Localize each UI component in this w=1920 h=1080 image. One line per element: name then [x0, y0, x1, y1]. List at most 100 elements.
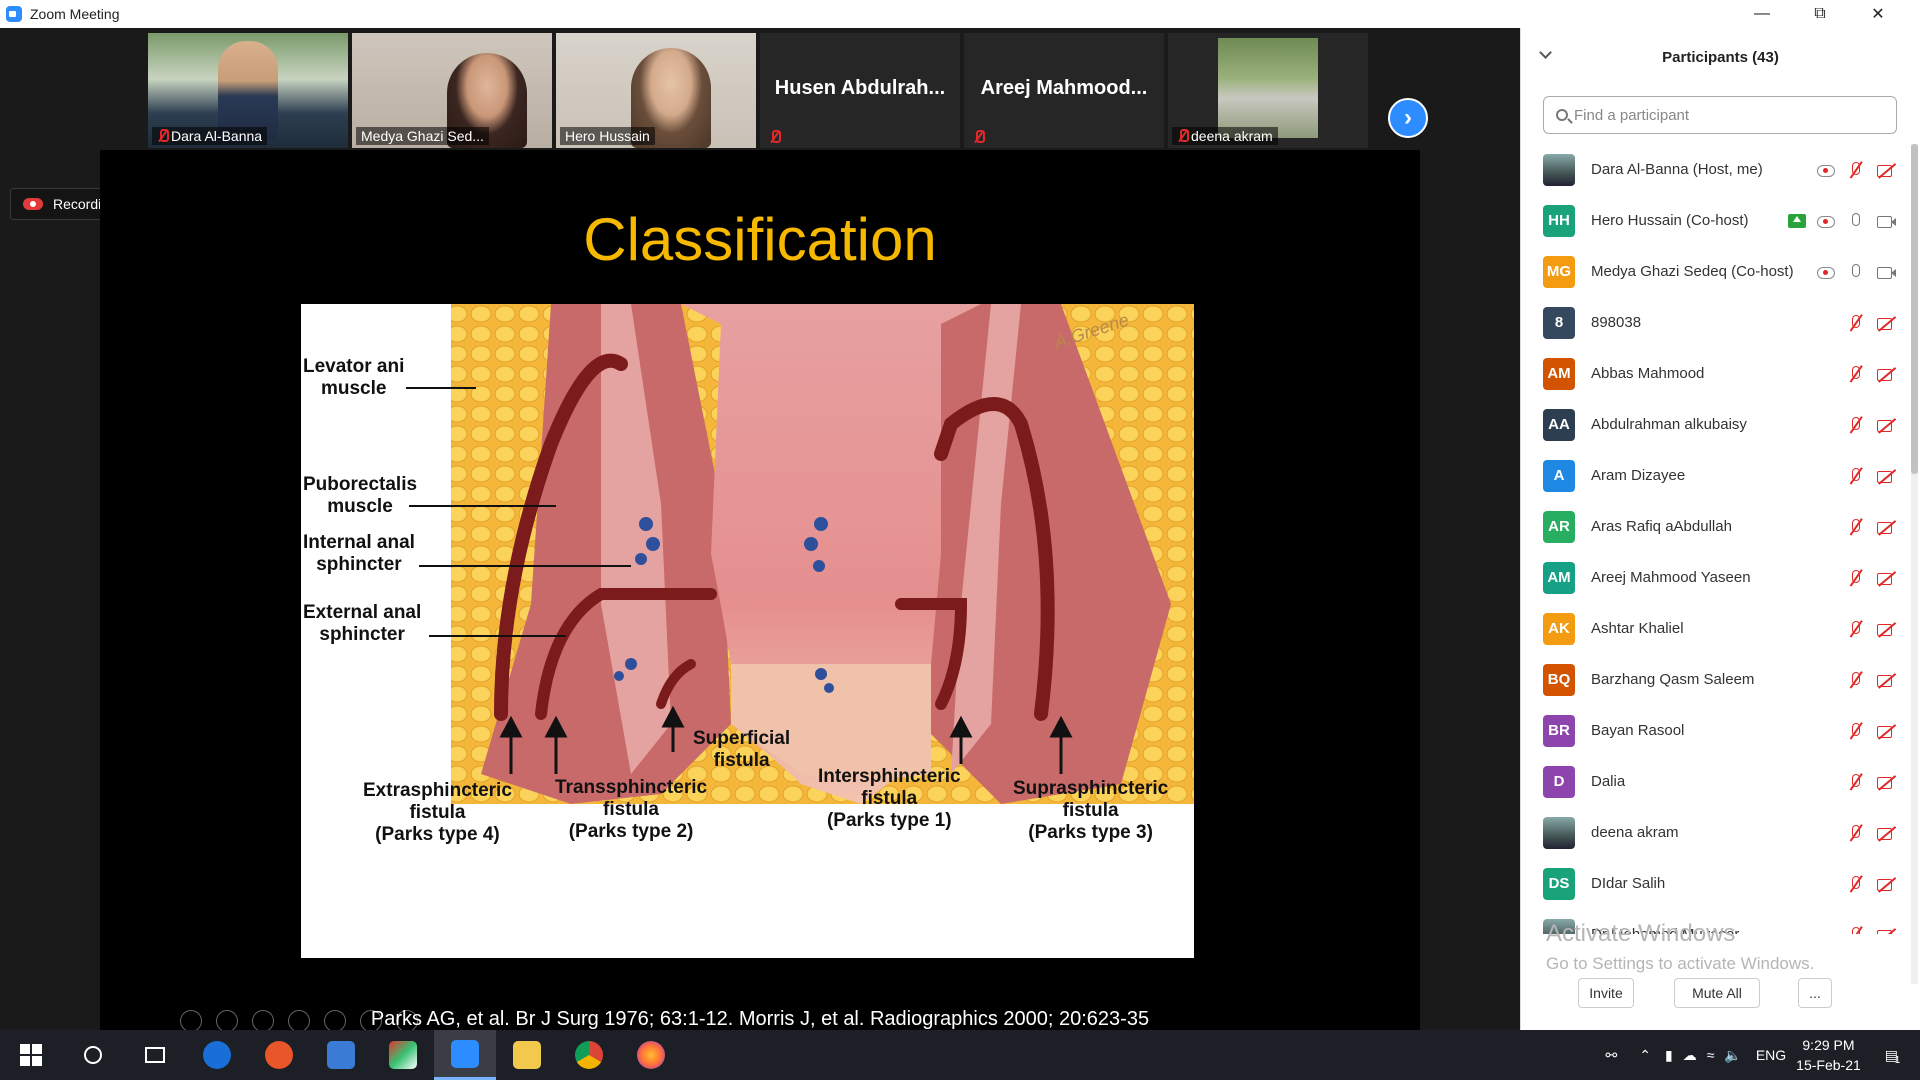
- video-tile-deena[interactable]: deena akram: [1168, 33, 1368, 148]
- notification-center-icon[interactable]: ▤ 1: [1885, 1047, 1901, 1066]
- participant-name: Ashtar Khaliel: [1591, 620, 1684, 637]
- participant-row[interactable]: BQ Barzhang Qasm Saleem: [1521, 654, 1906, 705]
- more-button[interactable]: ...: [1798, 978, 1832, 1008]
- avatar: [1543, 816, 1575, 849]
- minimize-button[interactable]: —: [1733, 0, 1791, 28]
- participant-search[interactable]: [1543, 96, 1897, 134]
- participant-scrollbar[interactable]: [1911, 144, 1918, 984]
- participant-status-icons: [1846, 705, 1896, 756]
- participant-row[interactable]: AM Abbas Mahmood: [1521, 348, 1906, 399]
- restore-button[interactable]: ⧉: [1791, 0, 1849, 28]
- clock-time: 9:29 PM: [1802, 1037, 1855, 1053]
- search-input[interactable]: [1574, 106, 1874, 124]
- volume-icon[interactable]: 🔈: [1724, 1047, 1741, 1064]
- battery-icon[interactable]: ▮: [1665, 1047, 1673, 1064]
- search-button[interactable]: [62, 1030, 124, 1080]
- tile-name: Areej Mahmood...: [980, 77, 1148, 99]
- participant-status-icons: [1846, 399, 1896, 450]
- chrome-taskbar[interactable]: [558, 1030, 620, 1080]
- microphone-muted-icon: [1846, 722, 1866, 740]
- chrome-icon: [575, 1041, 603, 1069]
- anal-fistula-diagram: [301, 304, 1194, 958]
- participant-status-icons: [1846, 552, 1896, 603]
- participant-name: Dalia: [1591, 773, 1626, 790]
- camera-off-icon: [1876, 467, 1896, 485]
- microphone-icon: [1846, 212, 1866, 230]
- avatar: AM: [1543, 357, 1575, 390]
- participant-row[interactable]: AK Ashtar Khaliel: [1521, 603, 1906, 654]
- app-taskbar-1[interactable]: [248, 1030, 310, 1080]
- wifi-icon[interactable]: ≈: [1707, 1047, 1715, 1063]
- participant-row[interactable]: 8 898038: [1521, 297, 1906, 348]
- system-tray: ⚯ ⌃ ▮ ☁ ≈ 🔈 ENG 9:29 PM 15-Feb-21 ▤ 1: [1606, 1030, 1920, 1080]
- participant-row[interactable]: MG Medya Ghazi Sedeq (Co-host): [1521, 246, 1906, 297]
- participants-footer: Invite Mute All ...: [1521, 978, 1920, 1008]
- microphone-icon: [1846, 263, 1866, 281]
- mic-muted-icon: [157, 129, 169, 143]
- participant-status-icons: [1846, 756, 1896, 807]
- teamviewer-taskbar[interactable]: [186, 1030, 248, 1080]
- video-tile-dara[interactable]: Dara Al-Banna: [148, 33, 348, 148]
- people-icon[interactable]: ⚯: [1606, 1047, 1618, 1064]
- firefox-taskbar[interactable]: [620, 1030, 682, 1080]
- camera-off-icon: [1876, 773, 1896, 791]
- task-view-button[interactable]: [124, 1030, 186, 1080]
- microphone-muted-icon: [1846, 671, 1866, 689]
- participant-row[interactable]: AM Areej Mahmood Yaseen: [1521, 552, 1906, 603]
- participant-name: Dara Al-Banna (Host, me): [1591, 161, 1763, 178]
- app-icon: [265, 1041, 293, 1069]
- participant-status-icons: [1846, 348, 1896, 399]
- input-language[interactable]: ENG: [1756, 1047, 1786, 1063]
- participant-row[interactable]: deena akram: [1521, 807, 1906, 858]
- avatar: MG: [1543, 255, 1575, 288]
- microphone-muted-icon: [1846, 161, 1866, 179]
- participant-row[interactable]: AR Aras Rafiq aAbdullah: [1521, 501, 1906, 552]
- mute-all-button[interactable]: Mute All: [1674, 978, 1760, 1008]
- avatar: BQ: [1543, 663, 1575, 696]
- avatar: D: [1543, 765, 1575, 798]
- participant-status-icons: [1846, 297, 1896, 348]
- app-taskbar-2[interactable]: [310, 1030, 372, 1080]
- windows-icon: [20, 1044, 42, 1066]
- participant-name: 898038: [1591, 314, 1642, 331]
- file-explorer-taskbar[interactable]: [496, 1030, 558, 1080]
- zoom-taskbar[interactable]: [434, 1030, 496, 1080]
- participant-list: Dara Al-Banna (Host, me) HH Hero Hussain (…: [1521, 144, 1906, 934]
- video-tile-areej[interactable]: Areej Mahmood...: [964, 33, 1164, 148]
- zoom-app-icon: [6, 6, 22, 22]
- video-tile-hero[interactable]: Hero Hussain: [556, 33, 756, 148]
- show-hidden-icons[interactable]: ⌃: [1639, 1047, 1651, 1064]
- zoom-icon: [451, 1039, 479, 1068]
- participant-row[interactable]: A Aram Dizayee: [1521, 450, 1906, 501]
- participant-name: Abdulrahman alkubaisy: [1591, 416, 1747, 433]
- participant-row[interactable]: BR Bayan Rasool: [1521, 705, 1906, 756]
- camera-off-icon: [1876, 416, 1896, 434]
- microphone-muted-icon: [1846, 416, 1866, 434]
- close-button[interactable]: ✕: [1849, 0, 1907, 28]
- video-tile-husen[interactable]: Husen Abdulrah...: [760, 33, 960, 148]
- shared-screen-slide: Classification Levator ani muscle Pubore…: [100, 150, 1420, 1058]
- participant-row[interactable]: D Dalia: [1521, 756, 1906, 807]
- notification-count: 1: [1894, 1054, 1901, 1066]
- invite-button[interactable]: Invite: [1578, 978, 1634, 1008]
- participant-status-icons: [1846, 450, 1896, 501]
- participant-row[interactable]: DS DIdar Salih: [1521, 858, 1906, 909]
- avatar: AK: [1543, 612, 1575, 645]
- video-tile-medya[interactable]: Medya Ghazi Sed...: [352, 33, 552, 148]
- participant-row[interactable]: Dara Al-Banna (Host, me): [1521, 144, 1906, 195]
- onedrive-icon[interactable]: ☁: [1683, 1047, 1697, 1064]
- chevron-down-icon[interactable]: [1539, 46, 1552, 59]
- app-taskbar-3[interactable]: [372, 1030, 434, 1080]
- task-view-icon: [145, 1047, 165, 1063]
- tile-label: deena akram: [1172, 127, 1278, 145]
- tile-label: [968, 129, 988, 145]
- next-page-button[interactable]: ›: [1388, 98, 1428, 138]
- taskbar-clock[interactable]: 9:29 PM 15-Feb-21: [1796, 1035, 1861, 1075]
- participant-name: Medya Ghazi Sedeq (Co-host): [1591, 263, 1794, 280]
- start-button[interactable]: [0, 1030, 62, 1080]
- avatar: DS: [1543, 867, 1575, 900]
- firefox-icon: [637, 1041, 665, 1069]
- cloud-recording-icon: [23, 198, 43, 210]
- participant-row[interactable]: AA Abdulrahman alkubaisy: [1521, 399, 1906, 450]
- participant-row[interactable]: HH Hero Hussain (Co-host): [1521, 195, 1906, 246]
